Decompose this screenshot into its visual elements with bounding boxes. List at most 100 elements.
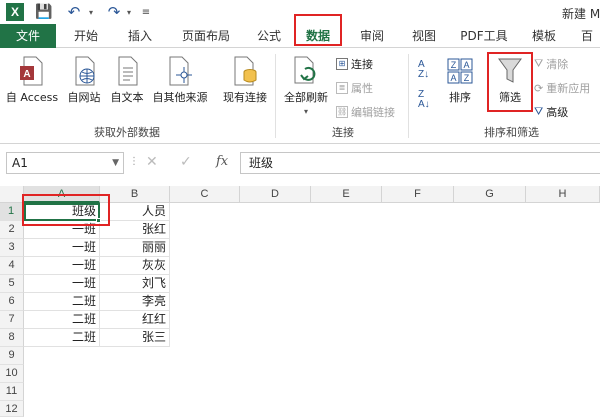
excel-logo-icon: X bbox=[6, 3, 24, 21]
sort-asc-icon: A Z↓ bbox=[418, 59, 430, 80]
properties-button[interactable]: ≣ 属性 bbox=[336, 80, 373, 96]
row-header-1[interactable]: 1 bbox=[0, 203, 24, 221]
cell-b4[interactable]: 灰灰 bbox=[100, 257, 170, 275]
cell-a5[interactable]: 一班 bbox=[24, 275, 100, 293]
row-header-2[interactable]: 2 bbox=[0, 221, 24, 239]
existing-connections-button[interactable]: 现有连接 bbox=[218, 56, 272, 105]
existing-connections-label: 现有连接 bbox=[223, 91, 267, 104]
svg-text:Z: Z bbox=[464, 73, 470, 83]
cell-a8[interactable]: 二班 bbox=[24, 329, 100, 347]
cell-b7[interactable]: 红红 bbox=[100, 311, 170, 329]
column-header-e[interactable]: E bbox=[311, 186, 382, 203]
refresh-all-icon bbox=[294, 56, 316, 84]
existing-connections-icon bbox=[234, 56, 257, 86]
name-box[interactable]: A1 ▼ bbox=[6, 152, 124, 174]
sort-desc-button[interactable]: Z A↓ bbox=[418, 90, 430, 110]
cell-b6[interactable]: 李亮 bbox=[100, 293, 170, 311]
from-web-label: 自网站 bbox=[67, 91, 101, 104]
row-header-9[interactable]: 9 bbox=[0, 347, 24, 365]
clear-filter-icon: ⛛ bbox=[534, 57, 544, 70]
reapply-label: 重新应用 bbox=[546, 82, 591, 95]
cell-b2[interactable]: 张红 bbox=[100, 221, 170, 239]
redo-icon[interactable]: ↷ bbox=[104, 3, 124, 21]
tab-more[interactable]: 百 bbox=[574, 24, 600, 48]
undo-icon[interactable]: ↶ bbox=[64, 3, 84, 21]
tab-data[interactable]: 数据 bbox=[294, 14, 342, 46]
customize-toolbar[interactable]: ≡ bbox=[140, 3, 152, 21]
from-access-button[interactable]: A 自 Access bbox=[2, 56, 62, 105]
advanced-filter-button[interactable]: ⛛ 高级 bbox=[534, 104, 568, 120]
cell-b8[interactable]: 张三 bbox=[100, 329, 170, 347]
ribbon-tabs: 文件 开始 插入 页面布局 公式 数据 审阅 视图 PDF工具 模板 百 bbox=[0, 14, 600, 48]
cell-b5[interactable]: 刘飞 bbox=[100, 275, 170, 293]
cell-b1[interactable]: 人员 bbox=[100, 203, 170, 221]
reapply-button[interactable]: ⟳ 重新应用 bbox=[534, 80, 590, 96]
sort-dialog-icon: Z A A Z bbox=[447, 58, 473, 84]
from-text-button[interactable]: 自文本 bbox=[106, 56, 148, 105]
group-label-get-external-data: 获取外部数据 bbox=[94, 126, 160, 139]
tab-templates[interactable]: 模板 bbox=[520, 24, 568, 48]
undo-dropdown[interactable]: ▾ bbox=[86, 3, 96, 21]
formula-bar-grip-icon: ⋮ bbox=[129, 156, 139, 167]
insert-function-icon[interactable]: fx bbox=[216, 154, 228, 169]
refresh-all-button[interactable]: 全部刷新 ▾ bbox=[280, 56, 332, 116]
tab-home[interactable]: 开始 bbox=[58, 24, 114, 48]
cancel-icon[interactable]: ✕ bbox=[146, 154, 158, 170]
cell-a3[interactable]: 一班 bbox=[24, 239, 100, 257]
column-header-f[interactable]: F bbox=[382, 186, 454, 203]
name-box-value: A1 bbox=[12, 156, 28, 170]
advanced-filter-label: 高级 bbox=[546, 106, 569, 119]
sort-button[interactable]: Z A A Z 排序 bbox=[442, 56, 478, 105]
edit-links-icon: ⛓ bbox=[336, 106, 348, 118]
row-header-10[interactable]: 10 bbox=[0, 365, 24, 383]
tab-view[interactable]: 视图 bbox=[400, 24, 448, 48]
redo-dropdown[interactable]: ▾ bbox=[124, 3, 134, 21]
column-header-d[interactable]: D bbox=[240, 186, 311, 203]
clear-filter-label: 清除 bbox=[546, 58, 569, 71]
column-header-b[interactable]: B bbox=[100, 186, 170, 203]
row-header-5[interactable]: 5 bbox=[0, 275, 24, 293]
column-header-g[interactable]: G bbox=[454, 186, 526, 203]
row-header-6[interactable]: 6 bbox=[0, 293, 24, 311]
row-header-4[interactable]: 4 bbox=[0, 257, 24, 275]
select-all-corner[interactable] bbox=[0, 186, 24, 203]
save-icon[interactable]: 💾 bbox=[35, 3, 52, 21]
row-header-11[interactable]: 11 bbox=[0, 383, 24, 401]
svg-text:Z: Z bbox=[451, 60, 457, 70]
tab-formulas[interactable]: 公式 bbox=[246, 24, 292, 48]
from-web-button[interactable]: 自网站 bbox=[62, 56, 106, 105]
sort-desc-icon: Z A↓ bbox=[418, 89, 430, 110]
svg-text:A: A bbox=[450, 73, 456, 83]
cell-b3[interactable]: 丽丽 bbox=[100, 239, 170, 257]
svg-text:A: A bbox=[23, 69, 30, 80]
row-header-7[interactable]: 7 bbox=[0, 311, 24, 329]
enter-check-icon[interactable]: ✓ bbox=[180, 154, 192, 170]
sort-asc-button[interactable]: A Z↓ bbox=[418, 60, 429, 80]
cell-a4[interactable]: 一班 bbox=[24, 257, 100, 275]
clear-filter-button[interactable]: ⛛ 清除 bbox=[534, 56, 568, 72]
sort-label: 排序 bbox=[449, 91, 471, 104]
row-header-8[interactable]: 8 bbox=[0, 329, 24, 347]
svg-text:A: A bbox=[463, 60, 469, 70]
column-header-c[interactable]: C bbox=[170, 186, 240, 203]
name-box-dropdown-icon[interactable]: ▼ bbox=[112, 153, 119, 173]
connections-button[interactable]: ⊞ 连接 bbox=[336, 56, 373, 72]
column-header-h[interactable]: H bbox=[526, 186, 600, 203]
refresh-all-dropdown-icon[interactable]: ▾ bbox=[280, 107, 332, 116]
cell-a6[interactable]: 二班 bbox=[24, 293, 100, 311]
from-other-sources-button[interactable]: 自其他来源 bbox=[148, 56, 212, 105]
row-header-3[interactable]: 3 bbox=[0, 239, 24, 257]
tab-page-layout[interactable]: 页面布局 bbox=[168, 24, 244, 48]
edit-links-button[interactable]: ⛓ 编辑链接 bbox=[336, 104, 395, 120]
tab-file[interactable]: 文件 bbox=[0, 24, 56, 48]
properties-label: 属性 bbox=[351, 82, 373, 95]
tab-insert[interactable]: 插入 bbox=[114, 24, 166, 48]
row-header-12[interactable]: 12 bbox=[0, 401, 24, 417]
tab-review[interactable]: 审阅 bbox=[346, 24, 398, 48]
cell-a7[interactable]: 二班 bbox=[24, 311, 100, 329]
web-globe-icon bbox=[75, 56, 95, 86]
other-sources-icon bbox=[169, 56, 192, 86]
formula-bar: A1 ▼ ⋮ ✕ ✓ fx 班级 bbox=[0, 150, 600, 176]
tab-pdf-tools[interactable]: PDF工具 bbox=[452, 24, 516, 48]
formula-input[interactable]: 班级 bbox=[240, 152, 600, 174]
